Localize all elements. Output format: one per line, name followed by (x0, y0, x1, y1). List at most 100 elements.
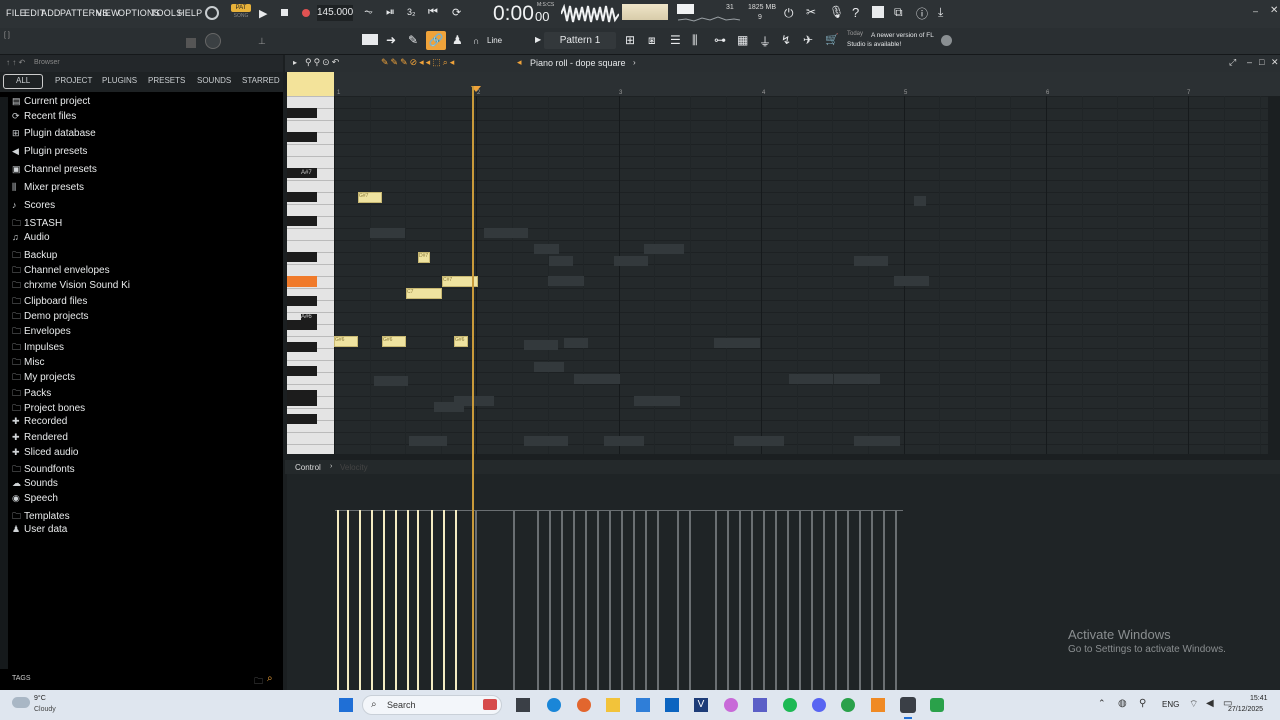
browser-item[interactable]: ◉ Speech (12, 493, 58, 508)
copilot-icon[interactable] (724, 698, 738, 712)
playlist-icon[interactable]: ⊞ (625, 33, 635, 47)
magnet-icon[interactable]: ∩ (473, 36, 479, 46)
browser-item[interactable]: 🗀 Misc (12, 355, 45, 370)
globe-icon[interactable] (941, 35, 952, 46)
record-knob-icon[interactable] (205, 6, 219, 20)
countdown-icon[interactable]: 3₂ (407, 7, 416, 17)
browser-item[interactable]: 🗀 Backup (12, 248, 57, 263)
outlook-icon[interactable] (665, 698, 679, 712)
pr-close-icon[interactable]: ✕ (1271, 57, 1279, 68)
velocity-bar-active[interactable] (347, 510, 349, 690)
velocity-bar[interactable] (847, 510, 849, 690)
browser-item[interactable]: ⟳ Recent files (12, 111, 76, 126)
song-time[interactable]: 0:00 (493, 2, 534, 26)
velocity-bar-active[interactable] (417, 510, 419, 690)
velocity-bar[interactable] (823, 510, 825, 690)
velocity-bar-active[interactable] (383, 510, 385, 690)
browser-item[interactable]: ▤ Current project (12, 96, 90, 111)
vlc-icon[interactable] (871, 698, 885, 712)
piano-roll-icon[interactable]: ☰ (670, 33, 681, 47)
black-key[interactable] (287, 396, 317, 406)
spotify-icon[interactable] (783, 698, 797, 712)
taskbar-search-box[interactable] (362, 695, 502, 715)
browser-item[interactable]: 🗀 My projects (12, 370, 75, 385)
pencil-icon[interactable]: ✎ (408, 33, 418, 47)
tray-mic-icon[interactable]: ⚲ (1139, 698, 1146, 709)
browser-nav-icons[interactable]: ↑ ↑ ↶ (6, 58, 25, 67)
edison-icon[interactable]: ✈ (803, 33, 813, 47)
weather-temp[interactable]: 9°C (34, 695, 46, 702)
browser-item[interactable]: 🗀 Templates (12, 509, 70, 524)
browser-item[interactable]: ✚ Sliced audio (12, 447, 78, 462)
folder-icon[interactable]: 🗀 (254, 674, 263, 690)
velocity-bar-active[interactable] (395, 510, 397, 690)
pr-tool-icons[interactable]: ⚲⚲⊙↶ (305, 57, 341, 68)
tempo-tap-icon[interactable]: ↯ (781, 33, 791, 47)
info-icon[interactable]: ⓘ (916, 5, 928, 22)
loop-record-icon[interactable]: ⟳ (452, 6, 461, 19)
browser-item[interactable]: ✚ Recorded (12, 416, 67, 431)
pattern-selector[interactable]: Pattern 1 (544, 32, 616, 49)
pattern-arrow-icon[interactable]: ▶ (535, 35, 541, 44)
pat-mode-badge[interactable]: PAT (231, 4, 251, 12)
black-key[interactable] (287, 414, 317, 424)
velocity-bar[interactable] (549, 510, 551, 690)
tab-starred[interactable]: STARRED (242, 76, 280, 85)
whatsapp-icon[interactable] (930, 698, 944, 712)
velocity-bar[interactable] (775, 510, 777, 690)
highlighted-key[interactable] (287, 276, 317, 287)
tag-search-icon[interactable]: ⌕ (267, 673, 273, 684)
browser-scroll-strip[interactable] (0, 97, 8, 669)
clock-date[interactable]: 27/12/2025 (1228, 706, 1263, 713)
velocity-bar[interactable] (895, 510, 897, 690)
velocity-bar-active[interactable] (431, 510, 433, 690)
velocity-bar[interactable] (475, 510, 477, 690)
browser-item[interactable]: ⫼ Mixer presets (12, 182, 84, 197)
channel-rack-icon[interactable]: ⧆ (648, 33, 656, 48)
velocity-bar[interactable] (513, 510, 515, 690)
tab-presets[interactable]: PRESETS (148, 76, 185, 85)
chrome-icon[interactable] (841, 698, 855, 712)
velocity-bar-active[interactable] (359, 510, 361, 690)
store-icon[interactable] (636, 698, 650, 712)
velocity-bar[interactable] (585, 510, 587, 690)
black-key[interactable] (287, 108, 317, 118)
cpu-refresh-icon[interactable]: ⏻ (784, 6, 794, 21)
black-key[interactable] (287, 132, 317, 142)
velocity-bar[interactable] (871, 510, 873, 690)
master-pitch-knob[interactable] (205, 33, 221, 49)
tray-network-icon[interactable]: ◍ (1118, 698, 1127, 709)
tab-all[interactable]: ALL (16, 76, 30, 85)
link-icon[interactable]: 🔗 (426, 31, 446, 50)
step-edit-icon[interactable]: ⏮ (428, 6, 438, 19)
velocity-bar[interactable] (811, 510, 813, 690)
control-target[interactable]: Velocity (340, 463, 368, 472)
browser-item[interactable]: 🗀 Project bones (12, 401, 85, 416)
velocity-bar[interactable] (609, 510, 611, 690)
file-explorer-icon[interactable] (606, 698, 620, 712)
note-grid[interactable]: G#7 D#7 C#7 C7 G#6 G#6 G#6 (334, 96, 1268, 454)
speaker-icon[interactable]: ◂ (517, 57, 522, 68)
tray-chevron-icon[interactable]: ⌃ (1098, 698, 1106, 709)
discord-icon[interactable] (812, 698, 826, 712)
plug-icon[interactable]: ⏚ (759, 33, 771, 50)
velocity-bar[interactable] (859, 510, 861, 690)
note[interactable]: D#7 (418, 252, 430, 263)
metronome-icon[interactable]: ⏦ (364, 6, 373, 19)
velocity-bar[interactable] (633, 510, 635, 690)
clock-time[interactable]: 15:41 (1250, 695, 1268, 702)
browser-item[interactable]: 🗀 Demo projects (12, 309, 88, 324)
keyboard-icon[interactable] (362, 34, 378, 45)
update-hint-text[interactable]: A newer version of FL Studio is availabl… (847, 31, 937, 49)
velocity-bar-active[interactable] (443, 510, 445, 690)
velocity-bar[interactable] (537, 510, 539, 690)
master-volume-icon[interactable] (186, 38, 196, 48)
velocity-bar[interactable] (835, 510, 837, 690)
velocity-bar-active[interactable] (407, 510, 409, 690)
note[interactable]: G#6 (454, 336, 468, 347)
piano-keyboard[interactable]: A#7 A#6 (287, 96, 334, 454)
microphone-icon[interactable]: 🎙 (829, 5, 844, 19)
velocity-bar[interactable] (561, 510, 563, 690)
teams-icon[interactable] (753, 698, 767, 712)
snap-select[interactable]: Line (487, 36, 502, 45)
